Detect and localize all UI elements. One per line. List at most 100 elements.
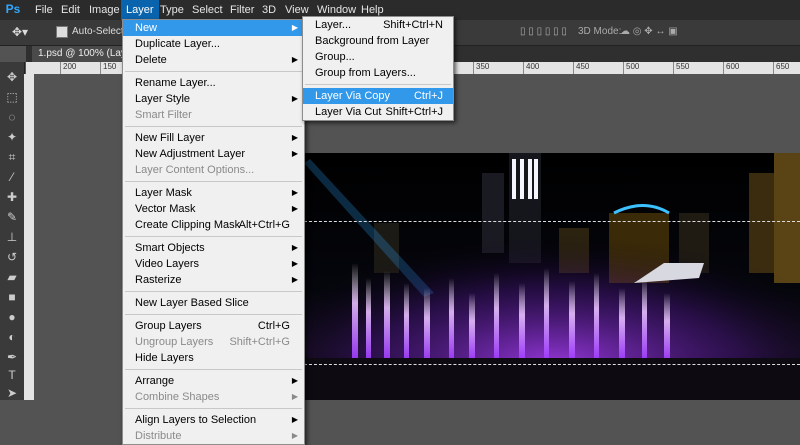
menu-item-group-layers[interactable]: Group Layers Ctrl+G xyxy=(123,318,304,334)
menu-item-label: New Fill Layer xyxy=(135,132,205,144)
menu-separator xyxy=(125,408,302,409)
menu-item-smart-filter: Smart Filter xyxy=(123,107,304,123)
menu-item-layer-mask[interactable]: Layer Mask ▶ xyxy=(123,185,304,201)
submenu-arrow-icon: ▶ xyxy=(291,188,298,197)
menu-item-arrange[interactable]: Arrange ▶ xyxy=(123,373,304,389)
dodge-tool-icon[interactable]: ◐ xyxy=(3,328,21,346)
menu-item-video-layers[interactable]: Video Layers ▶ xyxy=(123,256,304,272)
menu-item-create-clipping-mask[interactable]: Create Clipping Mask Alt+Ctrl+G xyxy=(123,217,304,233)
city-fountain-photo xyxy=(304,153,800,400)
submenu-item-group[interactable]: Group... xyxy=(303,49,453,65)
menu-item-delete[interactable]: Delete ▶ xyxy=(123,52,304,68)
menu-item-shortcut: Shift+Ctrl+J xyxy=(385,106,443,118)
menu-edit[interactable]: Edit xyxy=(56,0,85,20)
menu-file[interactable]: File xyxy=(30,0,58,20)
submenu-item-group-from-layers[interactable]: Group from Layers... xyxy=(303,65,453,81)
submenu-arrow-icon: ▶ xyxy=(291,392,298,401)
menu-item-label: Hide Layers xyxy=(135,352,194,364)
menu-item-label: Vector Mask xyxy=(135,203,196,215)
align-icons[interactable]: ▯ ▯ ▯ ▯ ▯ ▯ xyxy=(520,24,567,40)
menu-item-label: Video Layers xyxy=(135,258,200,270)
menu-item-label: Ungroup Layers xyxy=(135,336,214,348)
type-tool-icon[interactable]: T xyxy=(3,366,21,384)
lasso-tool-icon[interactable]: ◌ xyxy=(3,108,21,126)
auto-select-label: Auto-Select: xyxy=(72,26,127,37)
blur-tool-icon[interactable]: ● xyxy=(3,308,21,326)
document-image[interactable] xyxy=(304,153,800,400)
move-tool-icon[interactable]: ✥▾ xyxy=(12,24,28,40)
menu-select[interactable]: Select xyxy=(187,0,228,20)
menu-layer[interactable]: Layer xyxy=(121,0,159,20)
menu-item-label: Rename Layer... xyxy=(135,77,216,89)
menu-item-label: Arrange xyxy=(135,375,175,387)
menu-filter[interactable]: Filter xyxy=(225,0,259,20)
menu-item-label: Layer Via Cut xyxy=(315,106,382,118)
submenu-arrow-icon: ▶ xyxy=(291,55,298,64)
menu-item-new-fill-layer[interactable]: New Fill Layer ▶ xyxy=(123,130,304,146)
photoshop-logo: Ps xyxy=(5,2,21,16)
brush-tool-icon[interactable]: ✎ xyxy=(3,208,21,226)
menu-item-duplicate-layer[interactable]: Duplicate Layer... xyxy=(123,36,304,52)
ruler-tick: 600 xyxy=(723,62,739,74)
submenu-arrow-icon: ▶ xyxy=(291,376,298,385)
menu-item-label: Smart Objects xyxy=(135,242,205,254)
menu-item-label: Align Layers to Selection xyxy=(135,414,257,426)
gradient-tool-icon[interactable]: ■ xyxy=(3,288,21,306)
submenu-item-background-from-layer[interactable]: Background from Layer xyxy=(303,33,453,49)
auto-select-checkbox[interactable] xyxy=(56,26,68,38)
menu-item-label: Layer Via Copy xyxy=(315,90,391,102)
healing-brush-icon[interactable]: ✚ xyxy=(3,188,21,206)
3d-mode-icons[interactable]: ☁ ◎ ✥ ↔ ▣ xyxy=(620,24,678,40)
submenu-item-layer-via-copy[interactable]: Layer Via Copy Ctrl+J xyxy=(303,88,453,104)
menu-3d[interactable]: 3D xyxy=(257,0,281,20)
menu-item-align-layers-to-selection[interactable]: Align Layers to Selection ▶ xyxy=(123,412,304,428)
menu-type[interactable]: Type xyxy=(155,0,189,20)
menu-item-rasterize[interactable]: Rasterize ▶ xyxy=(123,272,304,288)
menu-item-rename-layer[interactable]: Rename Layer... xyxy=(123,75,304,91)
menu-item-label: Group Layers xyxy=(135,320,202,332)
pen-tool-icon[interactable]: ✒ xyxy=(3,348,21,366)
menu-item-combine-shapes: Combine Shapes ▶ xyxy=(123,389,304,405)
history-brush-icon[interactable]: ↺ xyxy=(3,248,21,266)
crop-tool-icon[interactable]: ⌗ xyxy=(3,148,21,166)
menu-item-new[interactable]: New ▶ xyxy=(123,20,304,36)
menu-item-shortcut: Shift+Ctrl+N xyxy=(383,19,443,31)
move-tool-icon[interactable]: ✥ xyxy=(3,68,21,86)
ruler-tick: 500 xyxy=(623,62,639,74)
menu-item-layer-style[interactable]: Layer Style ▶ xyxy=(123,91,304,107)
eraser-tool-icon[interactable]: ▰ xyxy=(3,268,21,286)
menu-item-ungroup-layers: Ungroup Layers Shift+Ctrl+G xyxy=(123,334,304,350)
magic-wand-icon[interactable]: ✦ xyxy=(3,128,21,146)
menu-item-label: Create Clipping Mask xyxy=(135,219,241,231)
ruler-tick: 650 xyxy=(773,62,789,74)
ruler-tick: 200 xyxy=(60,62,76,74)
menu-item-new-layer-based-slice[interactable]: New Layer Based Slice xyxy=(123,295,304,311)
eyedropper-icon[interactable]: ⁄ xyxy=(3,168,21,186)
menu-item-label: Layer Mask xyxy=(135,187,192,199)
submenu-item-layer[interactable]: Layer... Shift+Ctrl+N xyxy=(303,17,453,33)
menu-item-distribute: Distribute ▶ xyxy=(123,428,304,444)
menu-item-shortcut: Ctrl+G xyxy=(257,320,290,332)
vertical-ruler xyxy=(24,74,34,400)
3d-mode-label: 3D Mode: xyxy=(578,26,622,37)
menu-item-smart-objects[interactable]: Smart Objects ▶ xyxy=(123,240,304,256)
submenu-arrow-icon: ▶ xyxy=(291,243,298,252)
menu-item-label: Layer Style xyxy=(135,93,191,105)
menu-image[interactable]: Image xyxy=(84,0,125,20)
menu-item-label: Smart Filter xyxy=(135,109,192,121)
menu-item-shortcut: Ctrl+J xyxy=(413,90,443,102)
menu-separator xyxy=(125,71,302,72)
menu-item-vector-mask[interactable]: Vector Mask ▶ xyxy=(123,201,304,217)
marquee-tool-icon[interactable]: ⬚ xyxy=(3,88,21,106)
menu-separator xyxy=(125,126,302,127)
menu-item-label: Combine Shapes xyxy=(135,391,220,403)
ruler-tick: 400 xyxy=(523,62,539,74)
menu-item-hide-layers[interactable]: Hide Layers xyxy=(123,350,304,366)
stamp-tool-icon[interactable]: ⊥ xyxy=(3,228,21,246)
path-select-icon[interactable]: ➤ xyxy=(3,384,21,402)
submenu-item-layer-via-cut[interactable]: Layer Via Cut Shift+Ctrl+J xyxy=(303,104,453,120)
menu-item-new-adjustment-layer[interactable]: New Adjustment Layer ▶ xyxy=(123,146,304,162)
menu-item-label: Background from Layer xyxy=(315,35,430,47)
menu-item-label: New Adjustment Layer xyxy=(135,148,246,160)
layer-menu-dropdown: New ▶ Duplicate Layer... Delete ▶ Rename L… xyxy=(122,19,305,445)
